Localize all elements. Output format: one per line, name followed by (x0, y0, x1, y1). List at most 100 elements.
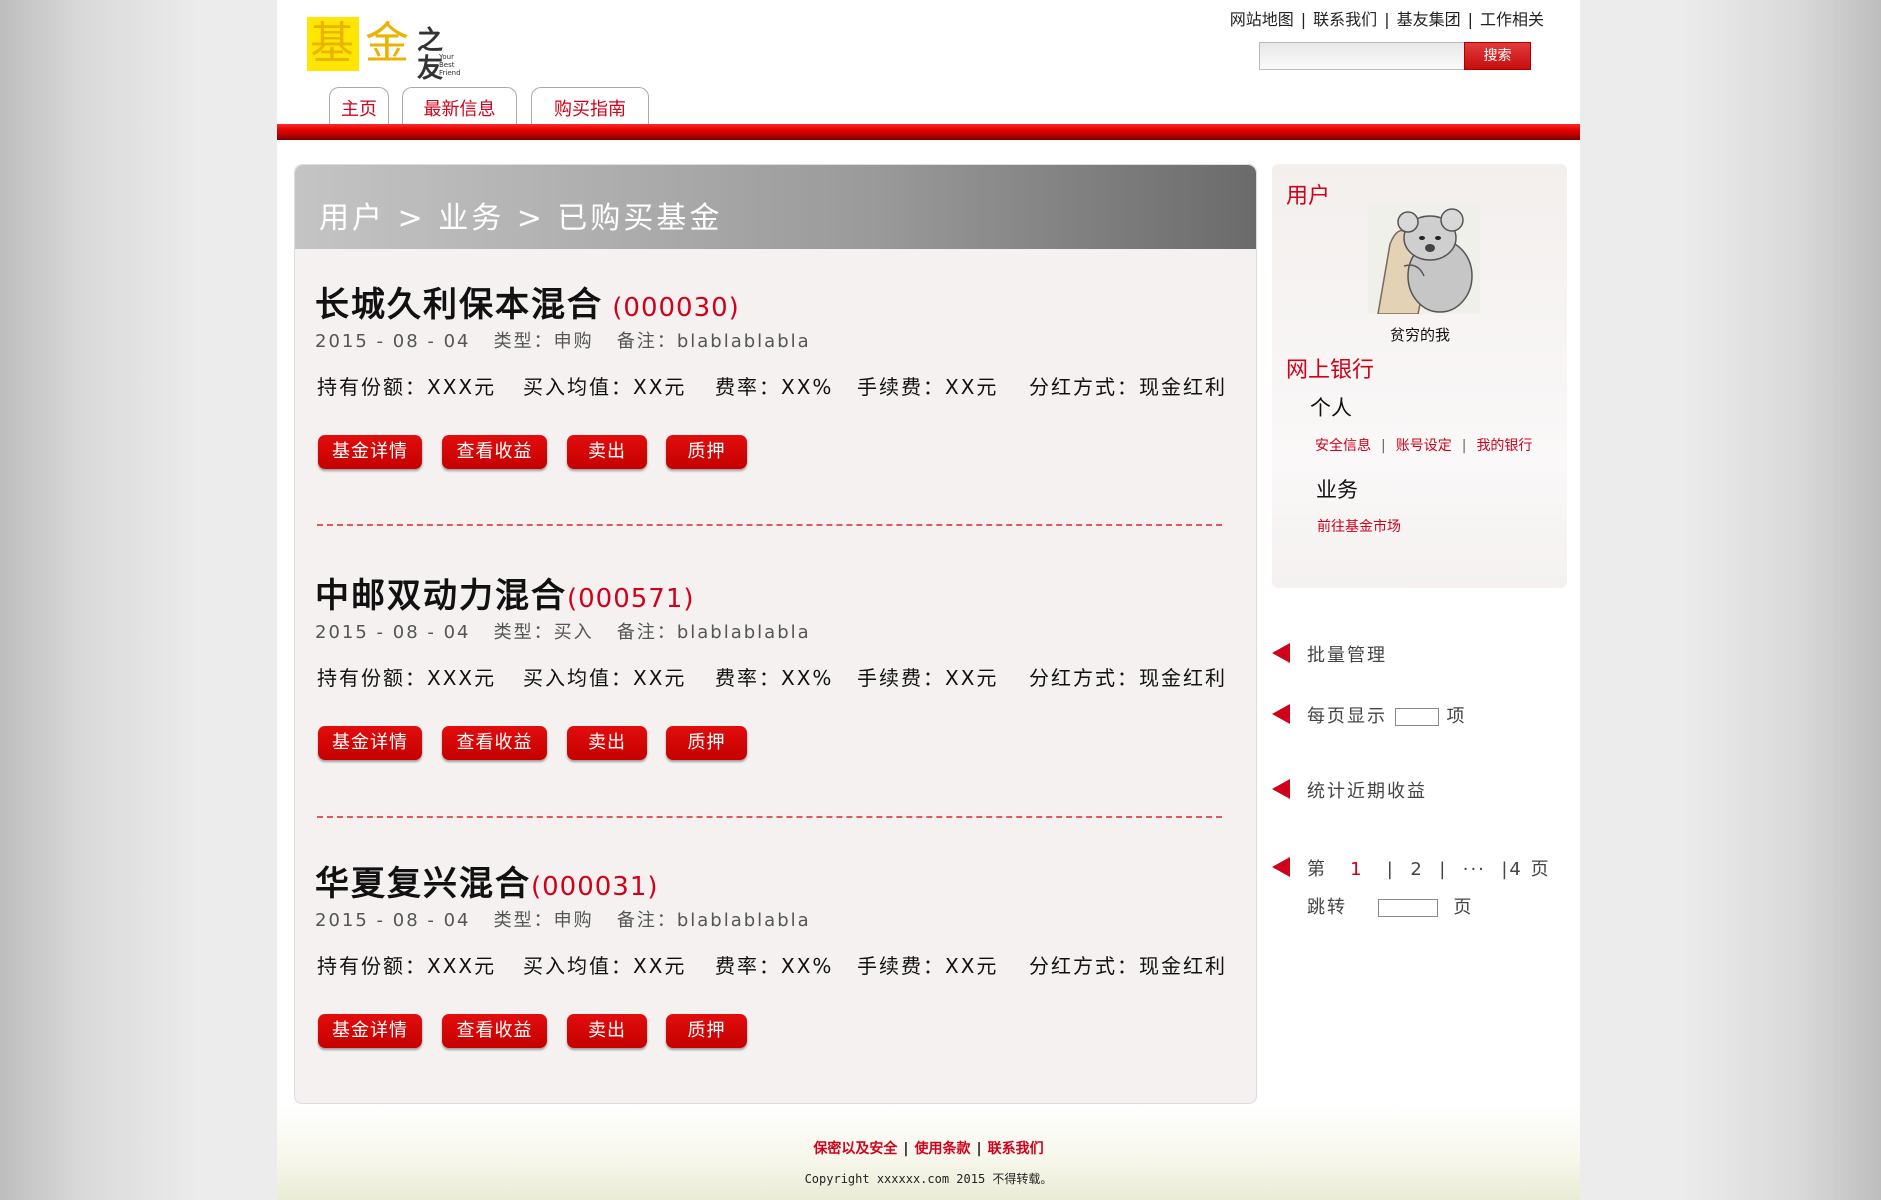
fund-avg-price: 买入均值：XX元 (523, 375, 687, 399)
view-earnings-button[interactable]: 查看收益 (442, 1014, 547, 1048)
link-privacy-security[interactable]: 保密以及安全 (813, 1141, 897, 1157)
triangle-left-icon (1272, 704, 1290, 724)
per-page-label: 每页显示 (1307, 706, 1387, 727)
fund-fee: 手续费：XX元 (857, 375, 999, 399)
page-2-link[interactable]: 2 (1410, 859, 1423, 880)
fund-date: 2015 - 08 - 04 (315, 910, 471, 931)
fund-code: (000030) (603, 293, 740, 323)
search-button[interactable]: 搜索 (1464, 42, 1531, 70)
triangle-left-icon (1272, 857, 1290, 877)
main-panel: 用户 > 业务 > 已购买基金 长城久利保本混合 (000030) 2015 -… (294, 164, 1257, 1104)
triangle-left-icon (1272, 643, 1290, 663)
view-earnings-button[interactable]: 查看收益 (442, 435, 547, 469)
pledge-button[interactable]: 质押 (666, 435, 747, 469)
view-earnings-button[interactable]: 查看收益 (442, 726, 547, 760)
tab-latest-news[interactable]: 最新信息 (402, 87, 517, 125)
fund-note: 备注：blablablabla (616, 622, 811, 643)
fund-details-button[interactable]: 基金详情 (318, 1014, 422, 1048)
sell-button[interactable]: 卖出 (567, 1014, 647, 1048)
fund-divider (317, 524, 1222, 526)
fund-note: 备注：blablablabla (616, 331, 811, 352)
fund-date: 2015 - 08 - 04 (315, 331, 471, 352)
user-heading: 用户 (1286, 184, 1331, 209)
link-sitemap[interactable]: 网站地图 (1230, 10, 1294, 29)
fund-item: 长城久利保本混合 (000030) 2015 - 08 - 04 类型：申购 备… (315, 277, 1235, 477)
footer: 保密以及安全 | 使用条款 | 联系我们 Copyright xxxxxx.com 20… (277, 1104, 1580, 1200)
page-jump-text: 跳转 页 (1307, 893, 1473, 919)
fund-holding: 持有份额：XXX元 (317, 666, 497, 690)
fund-code: (000031) (531, 872, 659, 902)
triangle-left-icon (1272, 779, 1290, 799)
link-terms[interactable]: 使用条款 (915, 1141, 971, 1157)
avatar[interactable] (1368, 204, 1480, 314)
fund-avg-price: 买入均值：XX元 (523, 666, 687, 690)
business-label: 业务 (1316, 478, 1358, 502)
fund-details-button[interactable]: 基金详情 (318, 435, 422, 469)
separator: | (903, 1141, 909, 1157)
fund-type: 类型：申购 (493, 910, 594, 931)
tab-home[interactable]: 主页 (329, 87, 389, 125)
page-jump-input[interactable] (1377, 899, 1438, 917)
user-sidebar: 用户 贫穷的我 网上银行 个人 安全信息 | 账号设定 | 我的银行 业务 前往基金市场 (1272, 164, 1567, 588)
separator: | (1384, 10, 1390, 29)
logo-char-1: 基 (310, 18, 354, 69)
site-logo[interactable]: 基 金 之友 Your Best Friend (307, 17, 467, 83)
pledge-button[interactable]: 质押 (666, 726, 747, 760)
jump-suffix: 页 (1453, 897, 1474, 918)
page-prefix: 第 (1307, 859, 1327, 880)
breadcrumb-text: 用户 > 业务 > 已购买基金 (319, 201, 723, 236)
page-last-link[interactable]: 4 页 (1509, 859, 1550, 880)
header-red-bar (277, 124, 1580, 140)
stats-earnings-label: 统计近期收益 (1307, 781, 1427, 802)
link-fund-market[interactable]: 前往基金市场 (1317, 516, 1401, 536)
fund-rate: 费率：XX% (715, 375, 834, 399)
fund-title: 华夏复兴混合(000031) (315, 856, 659, 905)
fund-holding: 持有份额：XXX元 (317, 375, 497, 399)
fund-name: 中邮双动力混合 (315, 576, 567, 616)
fund-meta: 2015 - 08 - 04 类型：申购 备注：blablablabla (315, 906, 811, 932)
username: 贫穷的我 (1390, 326, 1451, 344)
page-current[interactable]: 1 (1350, 859, 1363, 880)
fund-details-button[interactable]: 基金详情 (318, 726, 422, 760)
fund-type: 类型：申购 (493, 331, 594, 352)
tab-buying-guide[interactable]: 购买指南 (531, 87, 649, 125)
fund-avg-price: 买入均值：XX元 (523, 954, 687, 978)
fund-holding: 持有份额：XXX元 (317, 954, 497, 978)
fund-title: 长城久利保本混合 (000030) (315, 277, 740, 326)
link-account-settings[interactable]: 账号设定 (1396, 438, 1452, 454)
online-bank-heading: 网上银行 (1286, 358, 1375, 383)
sell-button[interactable]: 卖出 (567, 726, 647, 760)
separator: | (1381, 438, 1386, 454)
fund-item: 华夏复兴混合(000031) 2015 - 08 - 04 类型：申购 备注：b… (315, 856, 1235, 1056)
fund-rate: 费率：XX% (715, 666, 834, 690)
fund-meta: 2015 - 08 - 04 类型：申购 备注：blablablabla (315, 327, 811, 353)
fund-name: 华夏复兴混合 (315, 864, 531, 904)
page-ellipsis: ··· (1462, 859, 1486, 880)
fund-fee: 手续费：XX元 (857, 666, 999, 690)
link-work[interactable]: 工作相关 (1480, 10, 1544, 29)
personal-label: 个人 (1310, 396, 1352, 420)
fund-type: 类型：买入 (493, 622, 594, 643)
fund-dividend: 分红方式：现金红利 (1029, 375, 1227, 399)
fund-rate: 费率：XX% (715, 954, 834, 978)
fund-item: 中邮双动力混合(000571) 2015 - 08 - 04 类型：买入 备注：… (315, 568, 1235, 768)
koala-avatar-icon (1368, 204, 1480, 314)
per-page-input[interactable] (1394, 708, 1439, 726)
fund-name: 长城久利保本混合 (315, 285, 603, 325)
fund-note: 备注：blablablabla (616, 910, 811, 931)
sell-button[interactable]: 卖出 (567, 435, 647, 469)
fund-code: (000571) (567, 584, 695, 614)
breadcrumb: 用户 > 业务 > 已购买基金 (295, 165, 1256, 249)
link-contact-footer[interactable]: 联系我们 (988, 1141, 1044, 1157)
jump-label: 跳转 (1307, 897, 1347, 918)
fund-dividend: 分红方式：现金红利 (1029, 954, 1227, 978)
pledge-button[interactable]: 质押 (666, 1014, 747, 1048)
link-contact[interactable]: 联系我们 (1313, 10, 1377, 29)
fund-date: 2015 - 08 - 04 (315, 622, 471, 643)
fund-title: 中邮双动力混合(000571) (315, 568, 695, 617)
link-security-info[interactable]: 安全信息 (1315, 438, 1371, 454)
link-group[interactable]: 基友集团 (1397, 10, 1461, 29)
fund-fee: 手续费：XX元 (857, 954, 999, 978)
link-my-bank[interactable]: 我的银行 (1476, 438, 1532, 454)
separator: | (1461, 438, 1467, 454)
